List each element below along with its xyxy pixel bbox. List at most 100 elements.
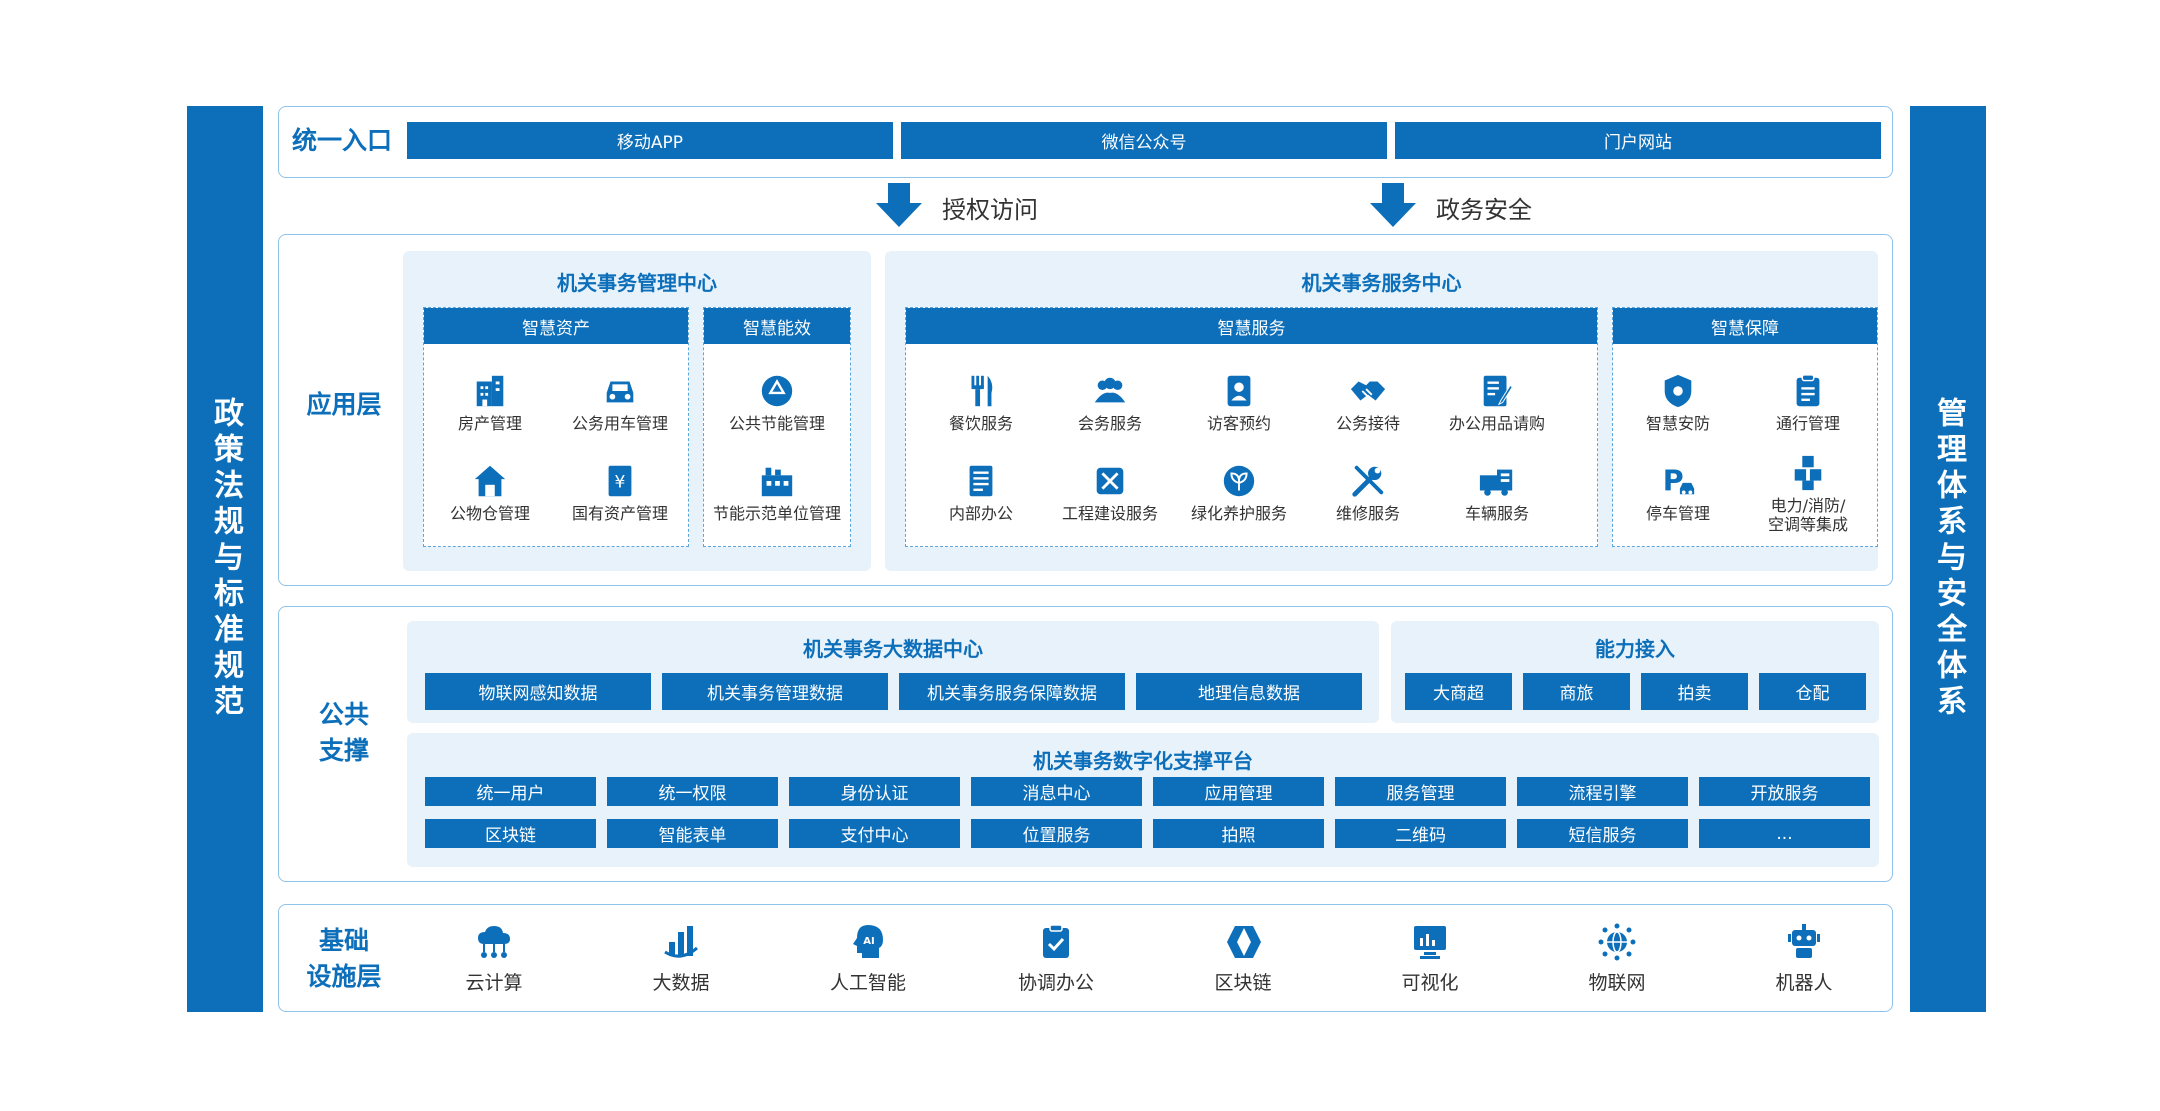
platform-service-button[interactable]: 拍照 (1153, 819, 1324, 848)
platform-service-button[interactable]: 开放服务 (1699, 777, 1870, 806)
office-supplies-label: 办公用品请购 (1448, 414, 1545, 433)
energy-demo-unit-label: 节能示范单位管理 (712, 504, 841, 523)
factory-icon (761, 467, 793, 497)
platform-service-button[interactable]: 智能表单 (607, 819, 778, 848)
ability-travel[interactable]: 商旅 (1523, 673, 1630, 710)
management-security-label: 管理体系与安全体系 (1931, 397, 1966, 721)
visualization-label: 可视化 (1401, 972, 1459, 994)
official-car-management[interactable]: 公务用车管理 (550, 372, 690, 433)
collaborative-office[interactable]: 协调办公 (976, 922, 1136, 995)
platform-service-button[interactable]: 区块链 (425, 819, 596, 848)
unified-entry-panel: 统一入口 移动APP 微信公众号 门户网站 (278, 106, 1893, 178)
office-supplies[interactable]: 办公用品请购 (1427, 372, 1567, 433)
handshake-icon (1350, 381, 1386, 401)
engineering-service[interactable]: 工程建设服务 (1040, 462, 1180, 523)
service-data[interactable]: 机关事务服务保障数据 (899, 673, 1125, 710)
public-energy-saving[interactable]: 公共节能管理 (707, 372, 847, 433)
official-reception-label: 公务接待 (1335, 414, 1400, 433)
platform-service-button[interactable]: ... (1699, 819, 1870, 848)
repair-service[interactable]: 维修服务 (1298, 462, 1438, 523)
cloud-computing-label: 云计算 (465, 972, 523, 994)
state-assets-management[interactable]: ¥ 国有资产管理 (550, 462, 690, 523)
group-users-icon (1094, 377, 1126, 403)
platform-service-button[interactable]: 应用管理 (1153, 777, 1324, 806)
greening-service[interactable]: 绿化养护服务 (1169, 462, 1309, 523)
cloud-network-icon (478, 926, 510, 958)
platform-service-button[interactable]: 流程引擎 (1517, 777, 1688, 806)
smart-security[interactable]: 智慧安防 (1608, 372, 1748, 433)
monitor-chart-icon (1414, 926, 1446, 959)
globe-network-icon (1598, 923, 1636, 961)
public-support-label-1: 公共 (318, 700, 369, 729)
official-reception[interactable]: 公务接待 (1298, 372, 1438, 433)
tools-box-icon (1096, 467, 1124, 495)
platform-service-button[interactable]: 支付中心 (789, 819, 960, 848)
robot-icon (1788, 924, 1820, 958)
cloud-computing[interactable]: 云计算 (414, 922, 574, 995)
yen-book-icon: ¥ (608, 465, 632, 497)
warehouse-management-label: 公物仓管理 (449, 504, 530, 523)
meeting-service[interactable]: 会务服务 (1040, 372, 1180, 433)
badge-icon (1227, 375, 1251, 407)
visitor-reservation[interactable]: 访客预约 (1169, 372, 1309, 433)
robot[interactable]: 机器人 (1724, 922, 1884, 995)
smart-assets-title: 智慧资产 (424, 308, 688, 344)
digital-platform-title: 机关事务数字化支撑平台 (1033, 749, 1253, 773)
warehouse-management[interactable]: 公物仓管理 (420, 462, 560, 523)
smart-support-group: 智慧保障 智慧安防 通行管理 P 停车管理 电力/消防/空调等集成 (1612, 307, 1878, 547)
access-management[interactable]: 通行管理 (1738, 372, 1878, 433)
house-management-label: 房产管理 (457, 414, 522, 433)
geo-data[interactable]: 地理信息数据 (1136, 673, 1362, 710)
internet-of-things[interactable]: 物联网 (1537, 922, 1697, 995)
platform-service-button[interactable]: 服务管理 (1335, 777, 1506, 806)
gov-security-label: 政务安全 (1436, 196, 1532, 224)
fork-knife-icon (971, 375, 993, 407)
platform-service-button[interactable]: 统一用户 (425, 777, 596, 806)
internal-office[interactable]: 内部办公 (911, 462, 1051, 523)
platform-service-button[interactable]: 统一权限 (607, 777, 778, 806)
parking-icon: P (1663, 465, 1695, 498)
management-data[interactable]: 机关事务管理数据 (662, 673, 888, 710)
platform-service-button[interactable]: 位置服务 (971, 819, 1142, 848)
visualization[interactable]: 可视化 (1350, 922, 1510, 995)
recycle-icon (761, 375, 793, 407)
ai-head-icon: AI (853, 925, 883, 958)
ability-warehousing[interactable]: 仓配 (1759, 673, 1866, 710)
platform-service-button[interactable]: 短信服务 (1517, 819, 1688, 848)
blockchain[interactable]: 区块链 (1163, 922, 1323, 995)
leaf-circle-icon (1223, 465, 1255, 497)
entry-mobile-app[interactable]: 移动APP (407, 122, 893, 159)
platform-service-button[interactable]: 身份认证 (789, 777, 960, 806)
house-management[interactable]: 房产管理 (420, 372, 560, 433)
ability-auction[interactable]: 拍卖 (1641, 673, 1748, 710)
repair-service-label: 维修服务 (1335, 504, 1400, 523)
entry-portal[interactable]: 门户网站 (1395, 122, 1881, 159)
platform-service-button[interactable]: 消息中心 (971, 777, 1142, 806)
power-fire-ac-integration[interactable]: 电力/消防/空调等集成 (1738, 454, 1878, 534)
vehicle-service-label: 车辆服务 (1464, 504, 1529, 523)
parking-management[interactable]: P 停车管理 (1608, 462, 1748, 524)
wrench-screwdriver-icon (1352, 465, 1384, 497)
iot-data[interactable]: 物联网感知数据 (425, 673, 651, 710)
energy-demo-unit[interactable]: 节能示范单位管理 (707, 462, 847, 523)
platform-service-button[interactable]: 二维码 (1335, 819, 1506, 848)
clipboard-check-icon (1043, 924, 1069, 958)
building-icon (476, 375, 504, 407)
big-data-label: 大数据 (652, 972, 710, 994)
authorized-access-label: 授权访问 (942, 196, 1038, 224)
robot-label: 机器人 (1775, 972, 1833, 994)
big-data[interactable]: 大数据 (601, 922, 761, 995)
official-car-management-label: 公务用车管理 (571, 414, 668, 433)
power-fire-line-2: 空调等集成 (1767, 515, 1848, 534)
ability-access: 能力接入 大商超 商旅 拍卖 仓配 (1391, 621, 1879, 723)
service-center-title: 机关事务服务中心 (1301, 271, 1462, 295)
vehicle-service[interactable]: 车辆服务 (1427, 462, 1567, 523)
service-center: 机关事务服务中心 智慧服务 餐饮服务 会务服务 访客预约 公务接待 办公用品请购 (885, 251, 1878, 571)
ability-supermarket[interactable]: 大商超 (1405, 673, 1512, 710)
entry-wechat[interactable]: 微信公众号 (901, 122, 1387, 159)
artificial-intelligence[interactable]: AI 人工智能 (788, 922, 948, 995)
smart-service-title: 智慧服务 (906, 308, 1597, 344)
smart-assets-group: 智慧资产 房产管理 公务用车管理 公物仓管理 ¥ 国有资产管理 (423, 307, 689, 547)
svg-text:AI: AI (863, 936, 874, 947)
catering-service[interactable]: 餐饮服务 (911, 372, 1051, 433)
